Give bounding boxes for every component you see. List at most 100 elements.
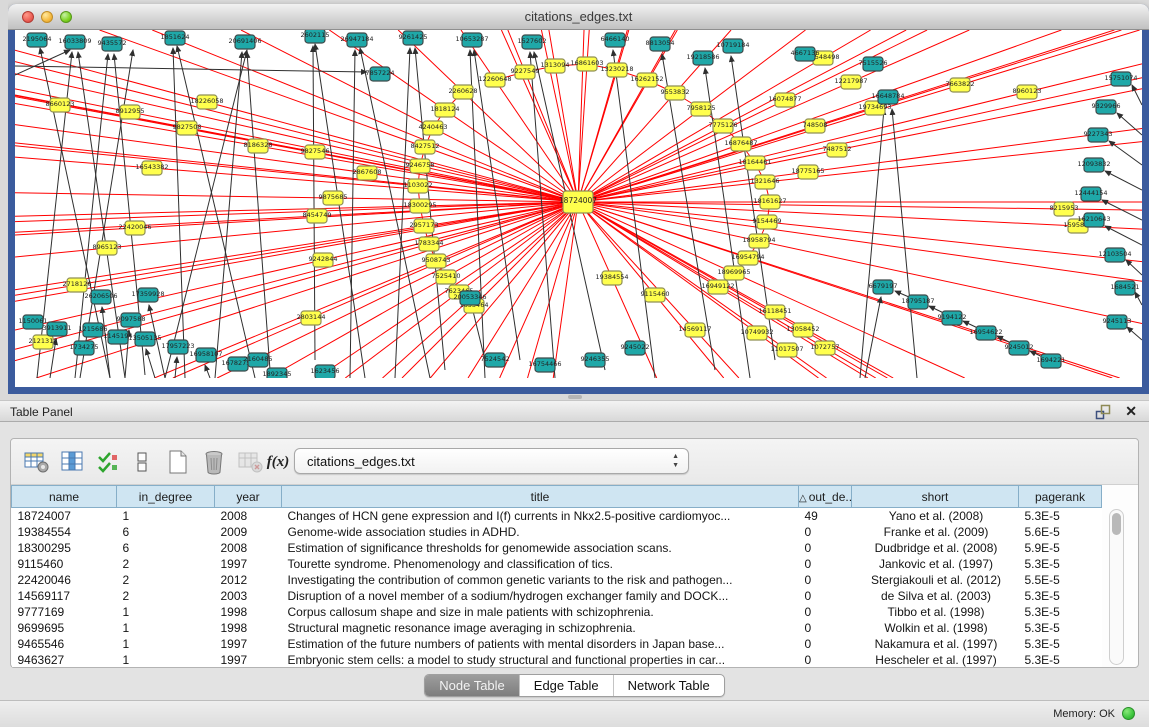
table-cell[interactable]: 1 <box>117 508 215 524</box>
column-header-title[interactable]: title <box>282 486 799 508</box>
table-cell[interactable]: 0 <box>799 572 852 588</box>
table-cell[interactable]: 1997 <box>215 652 282 668</box>
memory-status-icon[interactable] <box>1122 707 1135 720</box>
table-options-button[interactable] <box>21 447 51 477</box>
table-cell[interactable]: 0 <box>799 524 852 540</box>
table-cell[interactable]: 9777169 <box>12 604 117 620</box>
table-cell[interactable]: 0 <box>799 604 852 620</box>
table-cell[interactable]: Wolkin et al. (1998) <box>852 620 1019 636</box>
table-cell[interactable]: Investigating the contribution of common… <box>282 572 799 588</box>
table-cell[interactable]: 5.3E-5 <box>1019 604 1102 620</box>
table-row[interactable]: 977716911998Corpus callosum shape and si… <box>12 604 1102 620</box>
table-cell[interactable]: Yano et al. (2008) <box>852 508 1019 524</box>
table-cell[interactable]: 1 <box>117 620 215 636</box>
column-header-short[interactable]: short <box>852 486 1019 508</box>
table-cell[interactable]: 2003 <box>215 588 282 604</box>
table-row[interactable]: 2242004622012Investigating the contribut… <box>12 572 1102 588</box>
table-cell[interactable]: Changes of HCN gene expression and I(f) … <box>282 508 799 524</box>
network-window-titlebar[interactable]: citations_edges.txt <box>8 4 1149 30</box>
table-cell[interactable]: 18300295 <box>12 540 117 556</box>
table-cell[interactable]: Estimation of the future numbers of pati… <box>282 636 799 652</box>
table-cell[interactable]: 9699695 <box>12 620 117 636</box>
table-cell[interactable]: 1998 <box>215 620 282 636</box>
table-cell[interactable]: Disruption of a novel member of a sodium… <box>282 588 799 604</box>
table-cell[interactable]: 5.3E-5 <box>1019 620 1102 636</box>
table-cell[interactable]: Dudbridge et al. (2008) <box>852 540 1019 556</box>
table-cell[interactable]: 9463627 <box>12 652 117 668</box>
table-cell[interactable]: 2008 <box>215 508 282 524</box>
table-cell[interactable]: 5.3E-5 <box>1019 636 1102 652</box>
table-cell[interactable]: 1997 <box>215 636 282 652</box>
table-cell[interactable]: 2009 <box>215 524 282 540</box>
table-cell[interactable]: 14569117 <box>12 588 117 604</box>
table-cell[interactable]: 0 <box>799 540 852 556</box>
table-cell[interactable]: Franke et al. (2009) <box>852 524 1019 540</box>
tab-edge-table[interactable]: Edge Table <box>520 675 614 696</box>
table-cell[interactable]: Tourette syndrome. Phenomenology and cla… <box>282 556 799 572</box>
table-cell[interactable]: Stergiakouli et al. (2012) <box>852 572 1019 588</box>
table-row[interactable]: 911546021997Tourette syndrome. Phenomeno… <box>12 556 1102 572</box>
table-cell[interactable]: Jankovic et al. (1997) <box>852 556 1019 572</box>
table-cell[interactable]: 5.9E-5 <box>1019 540 1102 556</box>
table-row[interactable]: 946554611997Estimation of the future num… <box>12 636 1102 652</box>
table-cell[interactable]: 6 <box>117 524 215 540</box>
table-cell[interactable]: Hescheler et al. (1997) <box>852 652 1019 668</box>
tab-node-table[interactable]: Node Table <box>425 675 520 696</box>
table-cell[interactable]: Corpus callosum shape and size in male p… <box>282 604 799 620</box>
new-table-button[interactable] <box>163 447 193 477</box>
table-cell[interactable]: Tibbo et al. (1998) <box>852 604 1019 620</box>
column-header-year[interactable]: year <box>215 486 282 508</box>
table-cell[interactable]: 1 <box>117 652 215 668</box>
table-cell[interactable]: 1 <box>117 604 215 620</box>
table-cell[interactable]: 2012 <box>215 572 282 588</box>
table-cell[interactable]: Structural magnetic resonance image aver… <box>282 620 799 636</box>
tab-network-table[interactable]: Network Table <box>614 675 724 696</box>
table-row[interactable]: 1872400712008Changes of HCN gene express… <box>12 508 1102 524</box>
table-cell[interactable]: Nakamura et al. (1997) <box>852 636 1019 652</box>
table-cell[interactable]: 0 <box>799 620 852 636</box>
table-cell[interactable]: 2 <box>117 556 215 572</box>
table-cell[interactable]: 0 <box>799 588 852 604</box>
table-cell[interactable]: 5.5E-5 <box>1019 572 1102 588</box>
table-cell[interactable]: 0 <box>799 636 852 652</box>
table-cell[interactable]: 6 <box>117 540 215 556</box>
column-header-pagerank[interactable]: pagerank <box>1019 486 1102 508</box>
table-row[interactable]: 1938455462009Genome-wide association stu… <box>12 524 1102 540</box>
table-cell[interactable]: 9115460 <box>12 556 117 572</box>
table-cell[interactable]: 5.3E-5 <box>1019 508 1102 524</box>
table-cell[interactable]: 18724007 <box>12 508 117 524</box>
table-row[interactable]: 969969511998Structural magnetic resonanc… <box>12 620 1102 636</box>
table-cell[interactable]: 2 <box>117 588 215 604</box>
show-column-button[interactable] <box>57 447 87 477</box>
table-cell[interactable]: 5.3E-5 <box>1019 556 1102 572</box>
table-cell[interactable]: 5.3E-5 <box>1019 652 1102 668</box>
table-cell[interactable]: 5.3E-5 <box>1019 588 1102 604</box>
table-cell[interactable]: de Silva et al. (2003) <box>852 588 1019 604</box>
table-selector-combobox[interactable]: citations_edges.txt ▲▼ <box>294 448 689 474</box>
column-header-in_degree[interactable]: in_degree <box>117 486 215 508</box>
row-height-button[interactable] <box>127 447 157 477</box>
table-vertical-scrollbar[interactable] <box>1109 509 1124 665</box>
table-cell[interactable]: 2 <box>117 572 215 588</box>
table-cell[interactable]: 0 <box>799 556 852 572</box>
scrollbar-thumb[interactable] <box>1112 513 1121 535</box>
table-cell[interactable]: Embryonic stem cells: a model to study s… <box>282 652 799 668</box>
table-cell[interactable]: 49 <box>799 508 852 524</box>
float-panel-icon[interactable] <box>1095 404 1111 420</box>
column-header-out_de[interactable]: △out_de... <box>799 486 852 508</box>
delete-column-trash-button[interactable] <box>199 447 229 477</box>
table-cell[interactable]: 0 <box>799 652 852 668</box>
table-cell[interactable]: 1998 <box>215 604 282 620</box>
table-cell[interactable]: 22420046 <box>12 572 117 588</box>
table-row[interactable]: 1830029562008Estimation of significance … <box>12 540 1102 556</box>
network-canvas[interactable]: 8660123891295518226058982750816543382818… <box>15 30 1142 387</box>
table-cell[interactable]: 1997 <box>215 556 282 572</box>
citation-network-graph[interactable]: 8660123891295518226058982750816543382818… <box>15 30 1142 378</box>
table-cell[interactable]: Genome-wide association studies in ADHD. <box>282 524 799 540</box>
table-cell[interactable]: 2008 <box>215 540 282 556</box>
table-row[interactable]: 1456911722003Disruption of a novel membe… <box>12 588 1102 604</box>
table-cell[interactable]: 19384554 <box>12 524 117 540</box>
function-builder-button[interactable]: f(x) <box>263 447 293 477</box>
close-panel-icon[interactable]: ✕ <box>1125 403 1137 420</box>
table-cell[interactable]: 1 <box>117 636 215 652</box>
